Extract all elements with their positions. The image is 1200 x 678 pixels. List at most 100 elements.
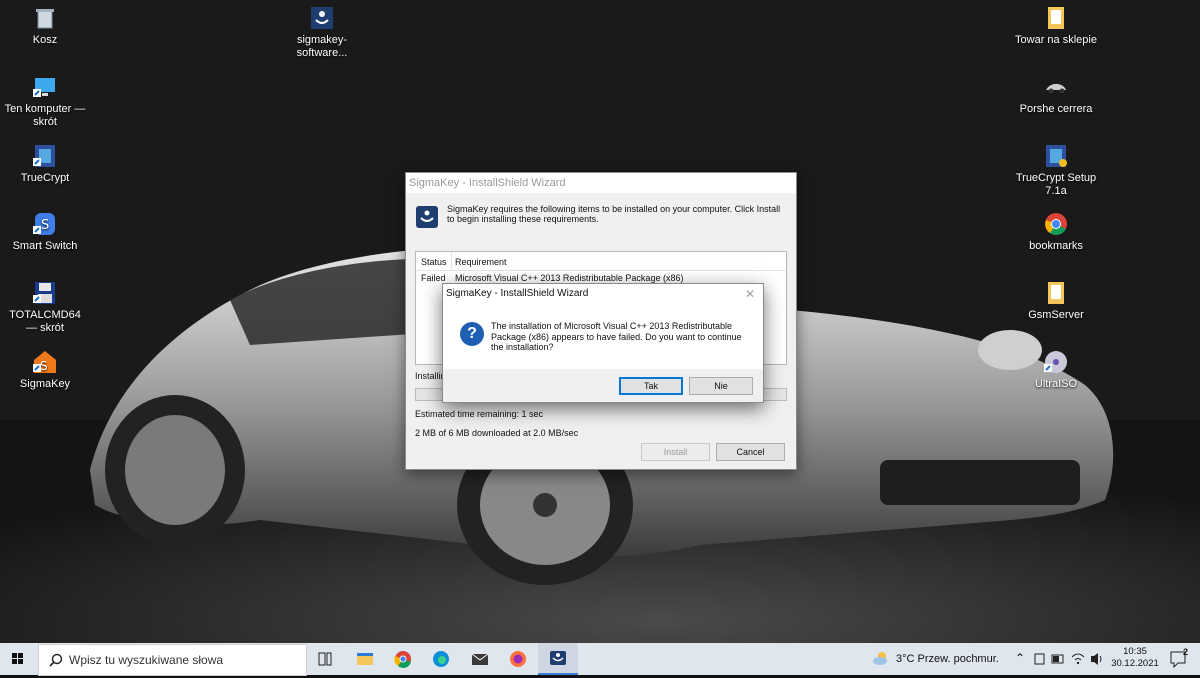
search-icon — [49, 653, 63, 667]
table-row-status: Failed — [421, 273, 446, 283]
desktop-icon-label: Porshe cerrera — [1019, 103, 1093, 115]
question-icon: ? — [460, 322, 484, 346]
weather-widget[interactable]: 3°C Przew. pochmur. — [870, 643, 1020, 675]
taskbar-sigmakey-installer[interactable] — [538, 643, 578, 675]
desktop-icon-truecrypt-setup[interactable]: TrueCrypt Setup 7.1a — [1014, 144, 1098, 198]
desktop-icon-towar[interactable]: Towar na sklepie — [1014, 6, 1098, 47]
yes-button[interactable]: Tak — [619, 377, 683, 395]
clock-time: 10:35 — [1123, 646, 1147, 657]
desktop-icon-label: TrueCrypt Setup 7.1a — [1015, 172, 1097, 197]
device-icon — [1034, 653, 1045, 665]
desktop-icon-totalcmd[interactable]: TOTALCMD64 — skrót — [3, 281, 87, 335]
dialog-footer: Tak Nie — [443, 369, 763, 402]
firefox-icon — [510, 651, 526, 667]
svg-text:S: S — [40, 359, 48, 373]
chevron-up-icon: ⌃ — [1015, 651, 1026, 665]
taskbar-file-explorer[interactable] — [345, 643, 385, 675]
weather-text: 3°C Przew. pochmur. — [896, 653, 999, 665]
desktop-icon-ultraiso[interactable]: UltraISO — [1014, 350, 1098, 391]
desktop-icon-gsmserver[interactable]: GsmServer — [1014, 281, 1098, 322]
desktop-icon-label: bookmarks — [1029, 240, 1083, 252]
taskbar-search-box[interactable]: Wpisz tu wyszukiwane słowa — [38, 644, 307, 676]
column-header-status: Status — [421, 257, 447, 267]
window-title[interactable]: SigmaKey - InstallShield Wizard — [406, 173, 796, 193]
mail-icon — [471, 653, 489, 665]
wizard-header: SigmaKey requires the following items to… — [406, 194, 796, 230]
file-icon — [1044, 6, 1068, 30]
installer-icon — [310, 6, 334, 30]
chrome-icon — [1044, 212, 1068, 236]
installer-icon — [550, 651, 566, 665]
notification-center-button[interactable]: 2 — [1165, 643, 1195, 675]
car-image-icon — [1044, 75, 1068, 99]
svg-text:S: S — [41, 218, 49, 233]
sigmakey-logo-icon — [416, 206, 438, 228]
recycle-bin-icon — [33, 6, 57, 30]
battery-icon — [1051, 654, 1064, 664]
desktop-icon-label: Ten komputer — skrót — [4, 103, 86, 128]
dialog-title[interactable]: SigmaKey - InstallShield Wizard — [443, 284, 763, 304]
wifi-icon — [1071, 653, 1085, 665]
desktop-icon-recycle-bin[interactable]: Kosz — [3, 6, 87, 47]
desktop-icon-bookmarks[interactable]: bookmarks — [1014, 212, 1098, 253]
cloud-sun-icon — [873, 652, 887, 665]
truecrypt-setup-icon — [1044, 144, 1068, 168]
no-button[interactable]: Nie — [689, 377, 753, 395]
truecrypt-icon — [33, 144, 57, 168]
desktop-icon-porshe[interactable]: Porshe cerrera — [1014, 75, 1098, 116]
column-header-requirement: Requirement — [455, 257, 507, 267]
desktop-icon-label: sigmakey-software... — [296, 34, 348, 59]
desktop-icon-label: SigmaKey — [19, 378, 71, 390]
notification-icon — [1170, 651, 1186, 669]
desktop-icon-label: TrueCrypt — [20, 172, 70, 184]
clock-date: 30.12.2021 — [1111, 658, 1159, 669]
tray-device[interactable] — [1032, 643, 1048, 675]
desktop-icon-label: Kosz — [32, 34, 58, 46]
speaker-icon — [1091, 653, 1102, 665]
search-placeholder: Wpisz tu wyszukiwane słowa — [69, 653, 224, 667]
desktop-icon-smart-switch[interactable]: S Smart Switch — [3, 212, 87, 253]
floppy-icon — [33, 281, 57, 305]
table-row-requirement: Microsoft Visual C++ 2013 Redistributabl… — [455, 273, 684, 283]
taskbar: Wpisz tu wyszukiwane słowa 3°C Przew. po… — [0, 643, 1200, 676]
install-button[interactable]: Install — [641, 443, 710, 461]
folder-icon — [357, 653, 373, 665]
task-view-icon — [318, 652, 332, 666]
wizard-description: SigmaKey requires the following items to… — [447, 204, 781, 224]
computer-icon — [33, 75, 57, 99]
desktop-icon-sigmakey-software[interactable]: sigmakey-software... — [279, 6, 365, 60]
dialog-message: The installation of Microsoft Visual C++… — [491, 321, 742, 352]
close-icon[interactable]: ✕ — [745, 287, 755, 301]
start-button[interactable] — [0, 643, 36, 675]
desktop-icon-label: Towar na sklepie — [1015, 34, 1097, 46]
tray-battery[interactable] — [1050, 643, 1066, 675]
taskbar-edge[interactable] — [421, 643, 461, 675]
task-view-button[interactable] — [305, 643, 345, 675]
cancel-button[interactable]: Cancel — [716, 443, 785, 461]
desktop-icon-label: GsmServer — [1028, 309, 1084, 321]
desktop-icon-label: UltraISO — [1034, 378, 1078, 390]
clock[interactable]: 10:35 30.12.2021 — [1110, 646, 1160, 670]
taskbar-firefox[interactable] — [498, 643, 538, 675]
desktop-icon-label: TOTALCMD64 — skrót — [9, 309, 81, 334]
confirm-dialog: SigmaKey - InstallShield Wizard ✕ ? The … — [442, 283, 764, 403]
show-hidden-icons[interactable]: ⌃ — [1012, 643, 1028, 675]
taskbar-chrome[interactable] — [383, 643, 423, 675]
windows-logo-icon — [12, 653, 23, 664]
taskbar-mail[interactable] — [460, 643, 500, 675]
smart-switch-icon: S — [33, 212, 57, 236]
tray-volume[interactable] — [1089, 643, 1105, 675]
installing-label: Installin — [415, 371, 446, 381]
sigmakey-icon: S — [33, 350, 57, 374]
edge-icon — [433, 651, 449, 667]
notification-count: 2 — [1183, 647, 1189, 657]
disc-icon — [1044, 350, 1068, 374]
estimated-time: Estimated time remaining: 1 sec — [415, 409, 544, 419]
desktop-icon-truecrypt[interactable]: TrueCrypt — [3, 144, 87, 185]
chrome-icon — [394, 651, 411, 668]
tray-network[interactable] — [1070, 643, 1086, 675]
desktop-icon-label: Smart Switch — [12, 240, 78, 252]
desktop-icon-sigmakey[interactable]: S SigmaKey — [3, 350, 87, 391]
desktop-icon-this-pc[interactable]: Ten komputer — skrót — [3, 75, 87, 129]
download-status: 2 MB of 6 MB downloaded at 2.0 MB/sec — [415, 428, 579, 438]
